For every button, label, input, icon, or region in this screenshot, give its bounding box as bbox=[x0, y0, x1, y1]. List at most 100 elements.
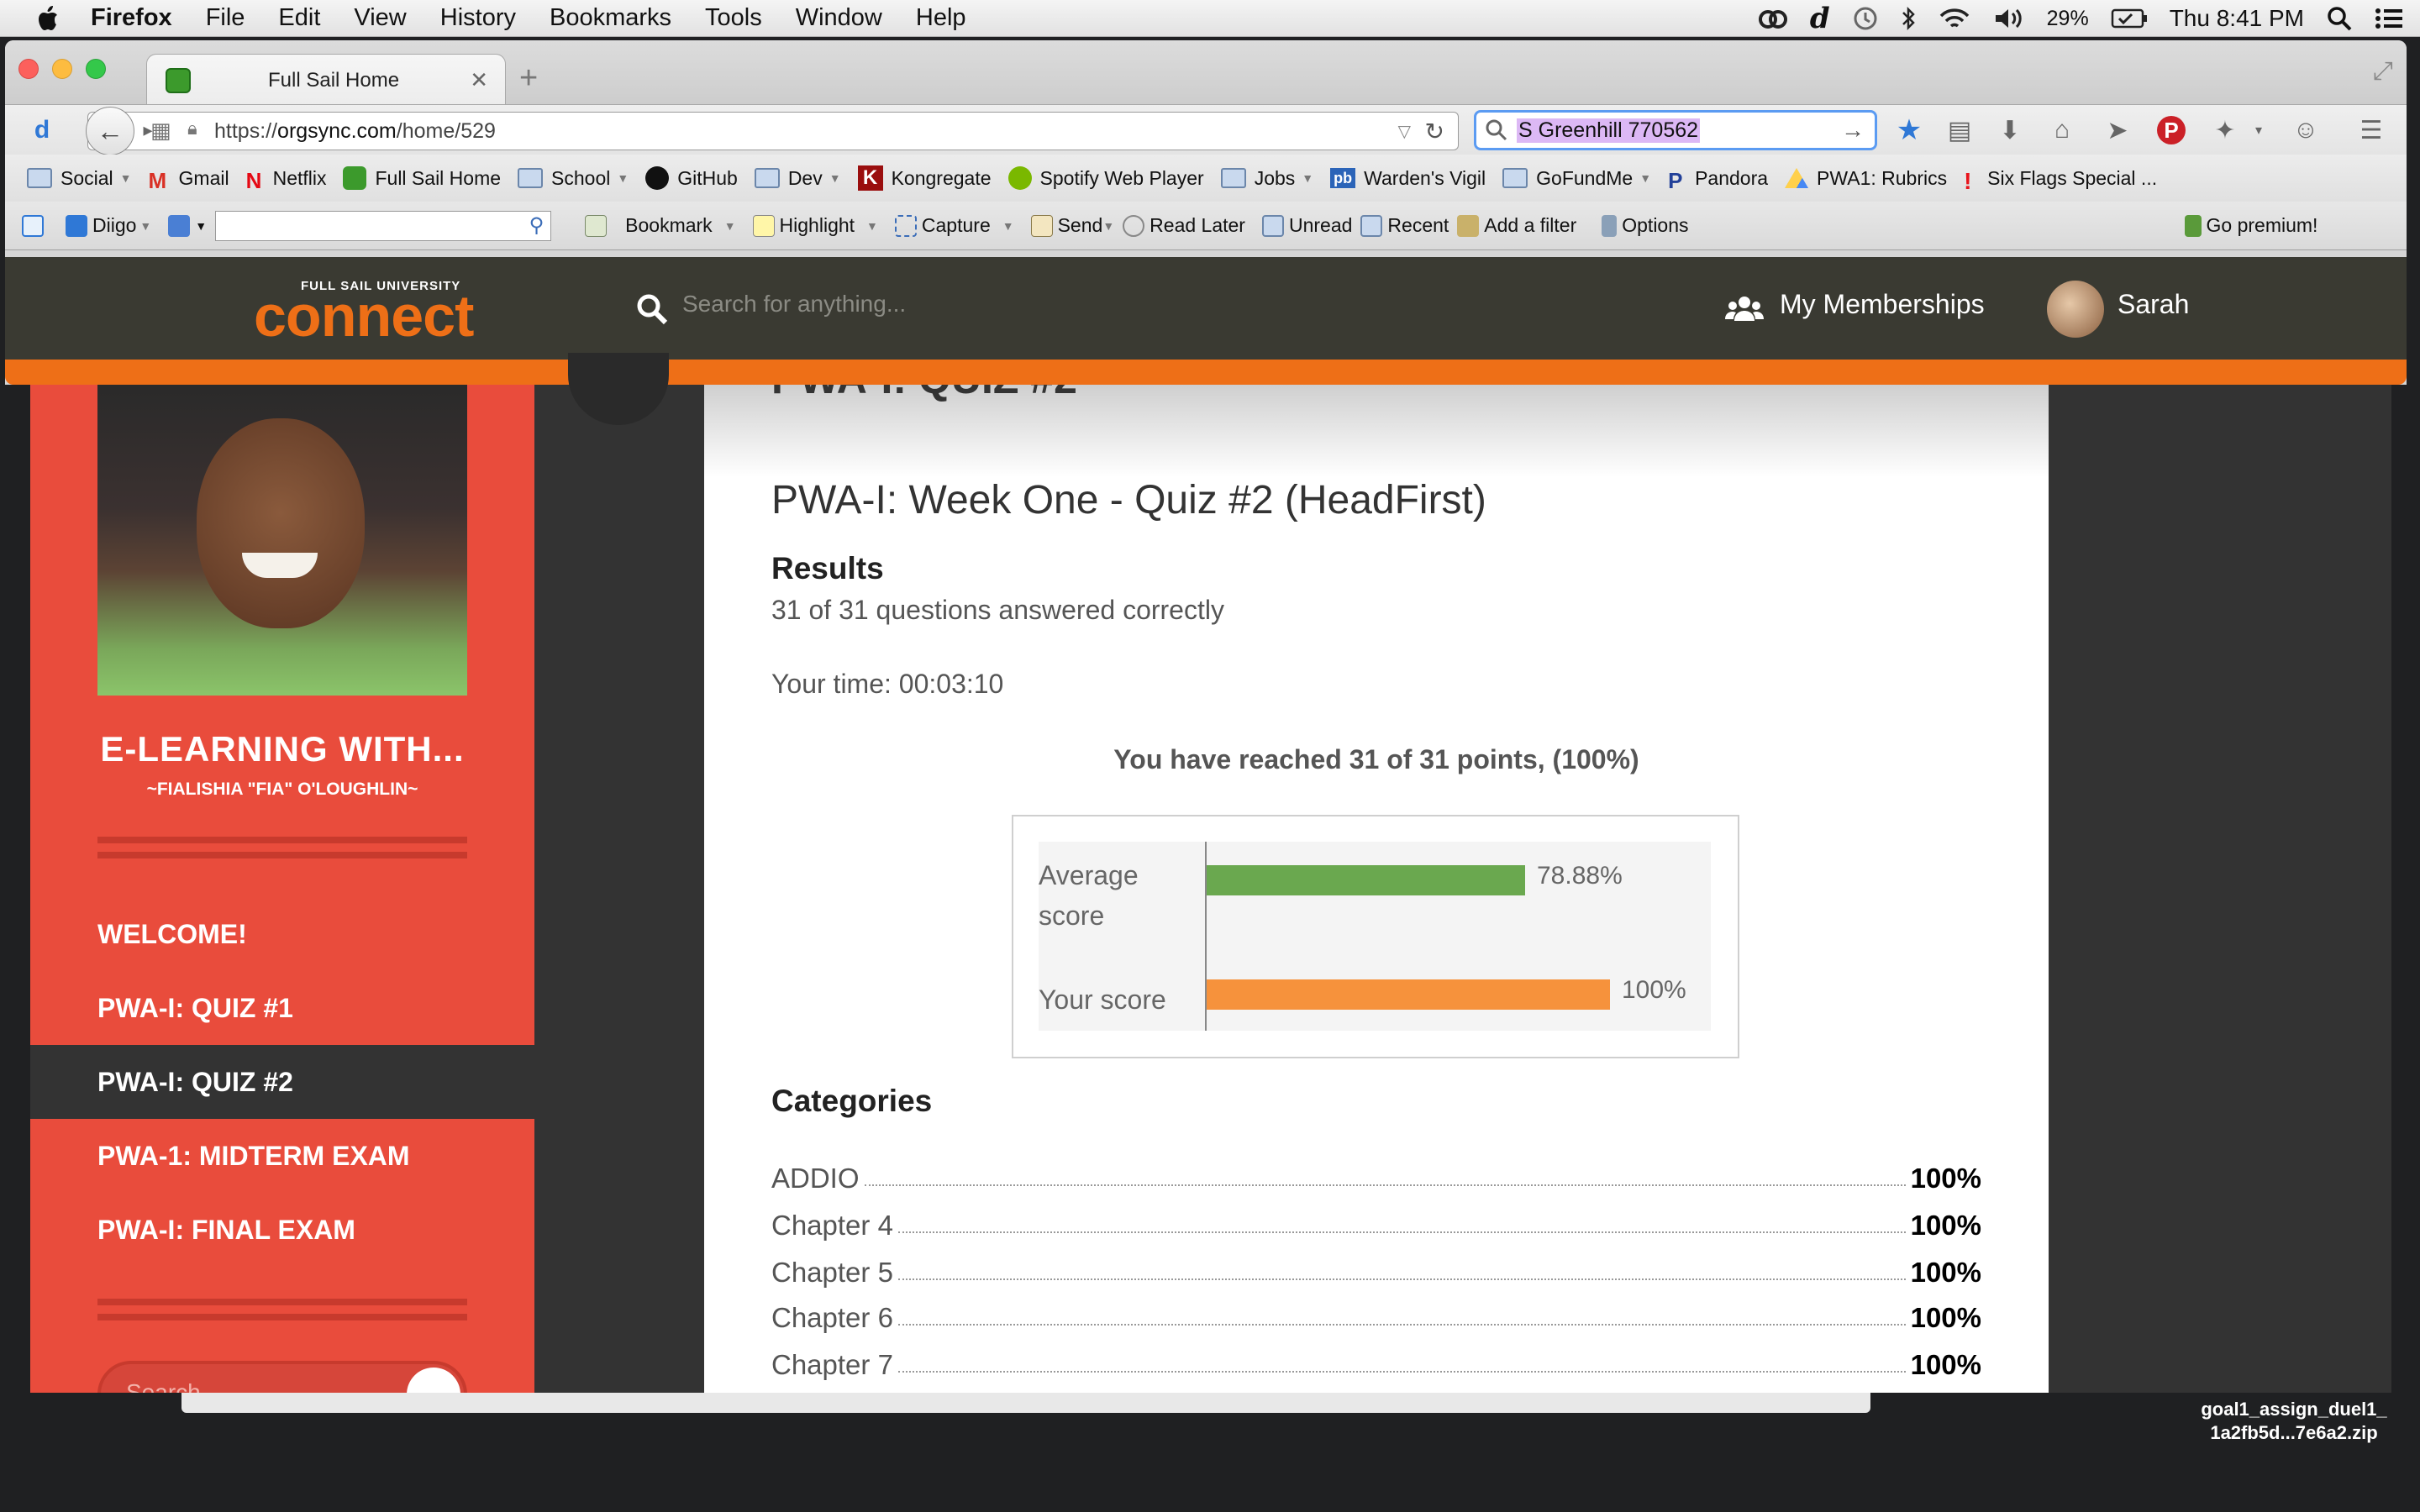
diigo-recent[interactable]: Recent bbox=[1360, 214, 1449, 237]
send-icon[interactable]: ➤ bbox=[2101, 113, 2134, 147]
bookmarks-menu-icon[interactable]: ▤ bbox=[1943, 113, 1976, 147]
bookmark-dev[interactable]: Dev ▼ bbox=[754, 167, 841, 190]
hamburger-menu-icon[interactable]: ☰ bbox=[2354, 113, 2388, 147]
page-title: PWA-I: QUIZ #2 bbox=[771, 385, 1077, 403]
nav-item-quiz-1[interactable]: PWA-I: QUIZ #1 bbox=[30, 971, 534, 1045]
avatar[interactable] bbox=[2047, 281, 2104, 338]
divider bbox=[97, 852, 467, 858]
forward-icon[interactable]: ▸ bbox=[131, 113, 165, 147]
site-search-input[interactable]: Search for anything... bbox=[682, 291, 906, 318]
zoom-window-button[interactable] bbox=[86, 59, 106, 79]
categories-heading: Categories bbox=[771, 1084, 933, 1118]
results-heading: Results bbox=[771, 551, 884, 585]
bookmark-school[interactable]: School ▼ bbox=[518, 167, 629, 190]
search-icon[interactable] bbox=[635, 292, 669, 326]
close-window-button[interactable] bbox=[18, 59, 39, 79]
fullscreen-icon[interactable]: ⤢ bbox=[2373, 57, 2393, 86]
menu-file[interactable]: File bbox=[206, 4, 245, 32]
bookmark-wardens-vigil[interactable]: pb Warden's Vigil bbox=[1330, 167, 1486, 190]
menu-history[interactable]: History bbox=[440, 4, 516, 32]
diigo-unread[interactable]: Unread bbox=[1261, 214, 1352, 237]
connect-logo[interactable]: FULL SAIL UNIVERSITY connect bbox=[254, 276, 523, 349]
close-tab-icon[interactable]: ✕ bbox=[470, 67, 488, 93]
bookmark-gmail[interactable]: M Gmail bbox=[149, 167, 229, 194]
bookmark-pwa1-rubrics[interactable]: PWA1: Rubrics bbox=[1785, 167, 1947, 190]
diigo-menu[interactable]: Diigo ▼ bbox=[66, 214, 151, 237]
bookmark-spotify[interactable]: Spotify Web Player bbox=[1007, 166, 1204, 190]
search-button[interactable] bbox=[407, 1368, 460, 1393]
diigo-options[interactable]: Options bbox=[1602, 214, 1689, 237]
spotlight-icon[interactable] bbox=[2326, 5, 2353, 32]
minimize-window-button[interactable] bbox=[52, 59, 72, 79]
dashlane-icon[interactable]: d bbox=[1810, 2, 1830, 35]
home-icon[interactable]: ⌂ bbox=[2045, 113, 2079, 147]
bookmark-label: Jobs bbox=[1254, 166, 1296, 189]
clock[interactable]: Thu 8:41 PM bbox=[2170, 5, 2304, 32]
user-name-link[interactable]: Sarah bbox=[2118, 289, 2189, 320]
bookmark-jobs[interactable]: Jobs ▼ bbox=[1220, 166, 1313, 190]
notification-center-icon[interactable] bbox=[2375, 6, 2403, 31]
folder-icon bbox=[1220, 168, 1246, 188]
sidebar-search-input[interactable]: Search bbox=[97, 1361, 467, 1393]
url-bar[interactable]: ▦ 🔒︎ https://orgsync.com/home/529 ▽ ↻ bbox=[87, 112, 1459, 150]
diigo-search-input[interactable]: ⚲ bbox=[215, 210, 552, 241]
bookmark-full-sail-home[interactable]: Full Sail Home bbox=[343, 166, 501, 190]
pinterest-icon[interactable]: P bbox=[2154, 113, 2188, 147]
volume-icon[interactable] bbox=[1993, 6, 2025, 31]
nav-item-final-exam[interactable]: PWA-I: FINAL EXAM bbox=[30, 1193, 534, 1267]
url-history-dropdown-icon[interactable]: ▽ bbox=[1398, 121, 1411, 142]
menu-bookmarks[interactable]: Bookmarks bbox=[550, 4, 671, 32]
nav-item-quiz-2[interactable]: PWA-I: QUIZ #2 bbox=[30, 1045, 534, 1119]
search-go-icon[interactable]: → bbox=[1841, 117, 1865, 144]
google-engine-select[interactable]: ▼ bbox=[168, 214, 207, 237]
bookmark-netflix[interactable]: N Netflix bbox=[246, 167, 327, 194]
tab-full-sail-home[interactable]: Full Sail Home ✕ bbox=[146, 54, 506, 106]
bookmark-pandora[interactable]: P Pandora bbox=[1668, 167, 1768, 194]
google-drive-icon bbox=[1785, 168, 1809, 188]
desktop-file-zip[interactable]: goal1_assign_duel1_ 1a2fb5d...7e6a2.zip bbox=[2185, 1398, 2403, 1445]
diigo-send[interactable]: Send ▼ bbox=[1030, 214, 1114, 237]
diigo-sidebar-icon[interactable]: d bbox=[25, 113, 59, 147]
chat-icon[interactable]: ☺ bbox=[2289, 113, 2323, 147]
extension-dropdown-icon[interactable]: ▾ bbox=[2242, 113, 2275, 147]
diigo-bookmark[interactable]: Bookmark ▼ bbox=[585, 214, 736, 237]
menu-help[interactable]: Help bbox=[916, 4, 966, 32]
course-title: E-LEARNING WITH... bbox=[100, 729, 465, 769]
menu-edit[interactable]: Edit bbox=[278, 4, 320, 32]
nav-item-welcome[interactable]: WELCOME! bbox=[30, 897, 534, 971]
search-bar[interactable]: S Greenhill 770562 → bbox=[1474, 110, 1877, 150]
diigo-go-premium[interactable]: Go premium! bbox=[2184, 214, 2317, 237]
bookmark-label: Bookmark bbox=[625, 214, 713, 236]
bluetooth-icon[interactable] bbox=[1901, 6, 1916, 31]
category-percent: 100% bbox=[1910, 1163, 1981, 1194]
bookmark-social[interactable]: Social ▼ bbox=[27, 167, 132, 190]
extension-icon[interactable]: ✦ bbox=[2208, 113, 2242, 147]
diigo-add-filter[interactable]: Add a filter bbox=[1457, 214, 1576, 237]
bookmark-six-flags[interactable]: ! Six Flags Special ... bbox=[1964, 167, 2157, 195]
diigo-highlight[interactable]: Highlight ▼ bbox=[752, 214, 878, 237]
diigo-icon bbox=[66, 214, 87, 237]
diigo-read-later[interactable]: Read Later bbox=[1123, 214, 1245, 237]
bookmark-kongregate[interactable]: K Kongregate bbox=[857, 165, 992, 191]
bookmark-gofundme[interactable]: GoFundMe ▼ bbox=[1502, 167, 1651, 190]
apple-icon[interactable] bbox=[32, 2, 66, 35]
wifi-icon[interactable] bbox=[1938, 6, 1971, 31]
bookmark-github[interactable]: GitHub bbox=[645, 166, 738, 190]
downloads-icon[interactable]: ⬇ bbox=[1993, 113, 2027, 147]
creative-cloud-icon[interactable] bbox=[1758, 6, 1788, 31]
menu-tools[interactable]: Tools bbox=[705, 4, 762, 32]
back-button[interactable]: ← bbox=[86, 107, 134, 155]
new-tab-button[interactable]: + bbox=[519, 60, 538, 97]
diigo-add-icon[interactable] bbox=[22, 214, 49, 237]
bookmark-star-icon[interactable]: ★ bbox=[1892, 113, 1926, 147]
background-window-edge[interactable] bbox=[182, 1393, 1870, 1413]
reload-icon[interactable]: ↻ bbox=[1425, 118, 1444, 145]
my-memberships-link[interactable]: My Memberships bbox=[1780, 289, 1985, 320]
battery-icon[interactable] bbox=[2111, 8, 2148, 29]
nav-item-midterm-exam[interactable]: PWA-1: MIDTERM EXAM bbox=[30, 1119, 534, 1193]
menu-view[interactable]: View bbox=[354, 4, 406, 32]
menu-firefox[interactable]: Firefox bbox=[91, 4, 172, 32]
time-machine-icon[interactable] bbox=[1852, 5, 1879, 32]
diigo-capture[interactable]: Capture ▼ bbox=[894, 214, 1014, 237]
menu-window[interactable]: Window bbox=[796, 4, 882, 32]
